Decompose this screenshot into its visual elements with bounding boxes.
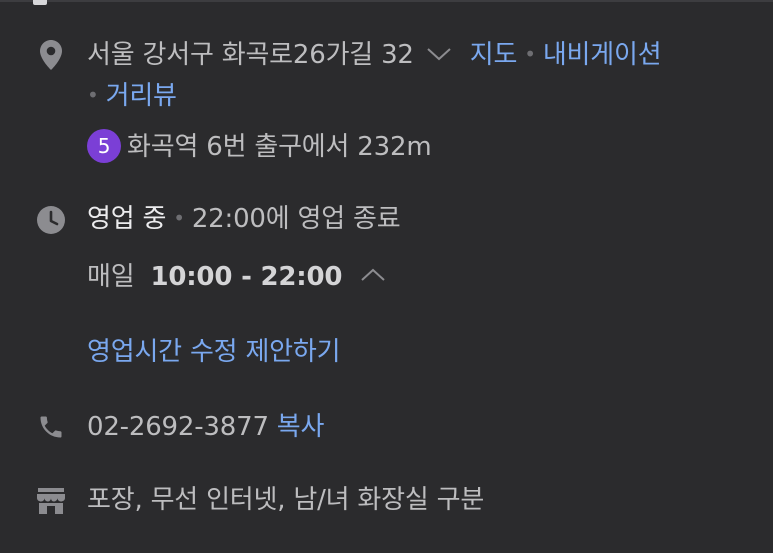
top-edge-icon — [33, 0, 47, 5]
suggest-hours-edit-link[interactable]: 영업시간 수정 제안하기 — [87, 337, 341, 367]
transit-text: 화곡역 6번 출구에서 232m — [127, 132, 432, 162]
separator-dot: • — [524, 42, 536, 66]
phone-number: 02-2692-3877 — [87, 412, 269, 442]
subway-line-badge: 5 — [87, 128, 121, 163]
address-text: 서울 강서구 화곡로26가길 32 — [87, 40, 414, 70]
suggest-hours-line: 영업시간 수정 제안하기 — [87, 334, 341, 370]
store-icon — [36, 485, 66, 517]
time-range: 10:00 - 22:00 — [150, 262, 343, 292]
navigation-link[interactable]: 내비게이션 — [543, 40, 662, 70]
chevron-down-icon[interactable] — [426, 35, 452, 71]
chevron-up-icon[interactable] — [360, 256, 386, 292]
hours-detail-line[interactable]: 매일 10:00 - 22:00 — [87, 259, 386, 296]
location-pin-icon — [36, 39, 66, 71]
open-status: 영업 중 — [87, 204, 167, 234]
map-link[interactable]: 지도 — [470, 40, 518, 70]
phone-line: 02-2692-3877 복사 — [87, 409, 324, 445]
street-view-link[interactable]: 거리뷰 — [106, 81, 177, 111]
amenities-line: 포장, 무선 인터넷, 남/녀 화장실 구분 — [87, 482, 484, 518]
separator-dot: • — [173, 206, 185, 230]
hours-status-line: 영업 중 • 22:00에 영업 종료 — [87, 201, 401, 238]
address-line-2: • 거리뷰 — [87, 78, 177, 115]
transit-line: 5 화곡역 6번 출구에서 232m — [87, 128, 432, 165]
clock-icon — [36, 204, 66, 236]
copy-phone-link[interactable]: 복사 — [277, 412, 325, 442]
separator-dot: • — [87, 83, 99, 107]
phone-icon — [36, 411, 66, 443]
top-divider — [0, 0, 773, 2]
address-line: 서울 강서구 화곡로26가길 32 지도 • 내비게이션 — [87, 35, 662, 74]
amenities-text: 포장, 무선 인터넷, 남/녀 화장실 구분 — [87, 485, 485, 515]
closing-time: 22:00에 영업 종료 — [191, 204, 401, 234]
day-label: 매일 — [87, 262, 135, 292]
